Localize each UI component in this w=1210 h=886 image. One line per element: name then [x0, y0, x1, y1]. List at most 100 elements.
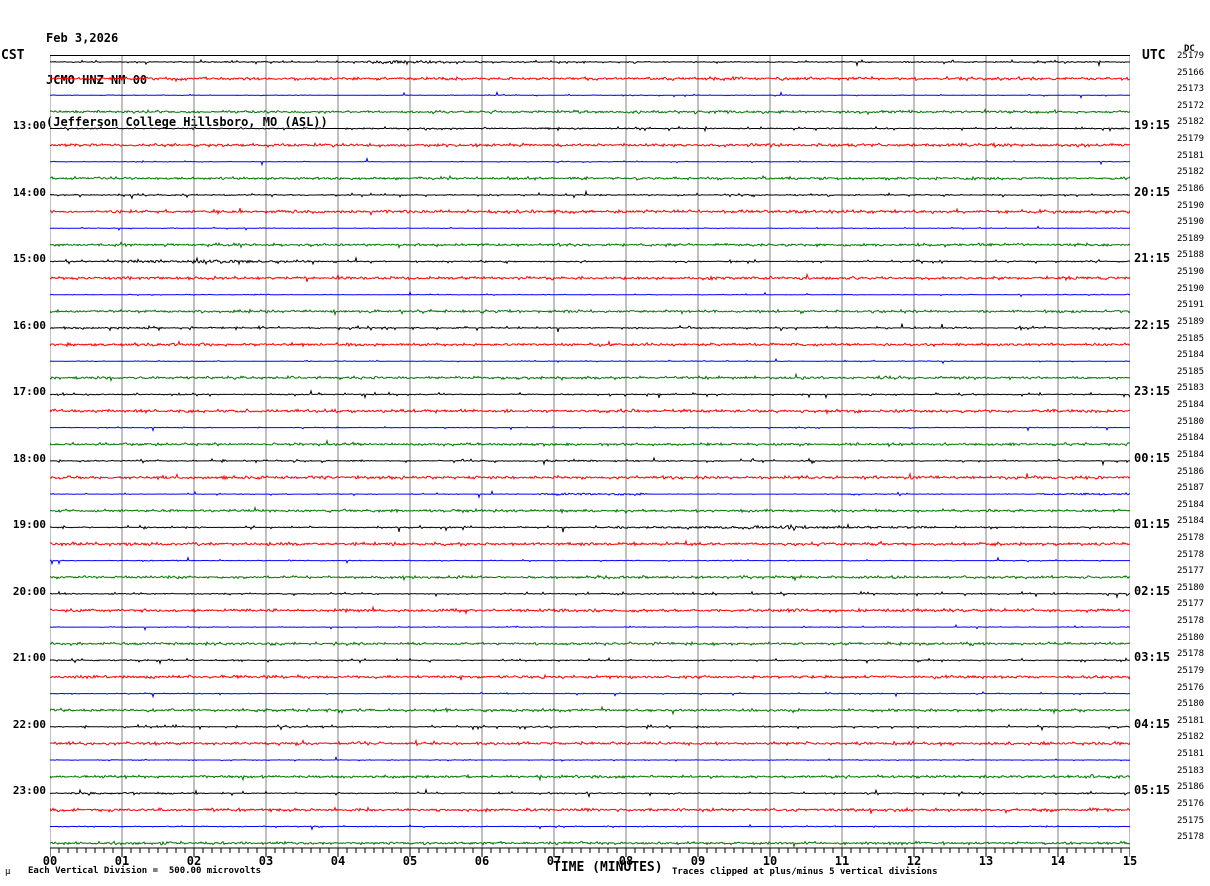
dc-offset-value: 25184 — [1177, 400, 1205, 411]
seismo-trace — [50, 840, 1130, 849]
utc-hour-label: 20:15 — [1134, 184, 1171, 199]
x-tick-label: 14 — [1050, 854, 1066, 868]
seismo-trace — [50, 673, 1130, 681]
dc-offset-value: 25189 — [1177, 233, 1205, 244]
seismo-trace — [50, 556, 1130, 566]
dc-offset-value: 25186 — [1177, 782, 1205, 793]
dc-offset-value: 25178 — [1177, 832, 1205, 843]
seismo-trace — [50, 439, 1130, 448]
cst-hour-label: 15:00 — [12, 252, 46, 266]
utc-hour-label: 04:15 — [1134, 716, 1171, 731]
date-line: Feb 3,2026 — [46, 31, 119, 45]
seismo-trace — [50, 723, 1130, 732]
seismo-trace — [50, 290, 1130, 298]
seismo-trace — [50, 590, 1130, 599]
dc-offset-value: 25190 — [1177, 217, 1205, 228]
dc-offset-value: 25186 — [1177, 466, 1205, 477]
seismo-trace — [50, 640, 1130, 647]
x-tick-label: 13 — [978, 854, 994, 868]
dc-offset-value: 25184 — [1177, 499, 1205, 510]
seismo-trace — [50, 823, 1130, 831]
dc-offset-value: 25180 — [1177, 632, 1205, 643]
dc-offset-value: 25176 — [1177, 798, 1205, 809]
seismo-trace — [50, 408, 1130, 415]
seismo-trace — [50, 272, 1130, 283]
helicorder-plot — [50, 55, 1130, 857]
seismo-trace — [50, 75, 1130, 83]
dc-offset-value: 25177 — [1177, 599, 1205, 610]
utc-hour-label: 19:15 — [1134, 118, 1171, 133]
vertical-scale-note: Each Vertical Division = 500.00 microvol… — [28, 866, 261, 876]
dc-offset-value: 25184 — [1177, 350, 1205, 361]
dc-offset-value: 25179 — [1177, 134, 1205, 145]
dc-offset-value: 25181 — [1177, 150, 1205, 161]
right-timezone-header: UTC — [1142, 48, 1166, 63]
dc-offset-value: 25186 — [1177, 183, 1205, 194]
dc-offset-value: 25180 — [1177, 699, 1205, 710]
dc-offset-value: 25180 — [1177, 416, 1205, 427]
seismo-trace — [50, 256, 1130, 266]
seismo-trace — [50, 522, 1130, 533]
seismo-trace — [50, 773, 1130, 782]
x-axis-title: TIME (MINUTES) — [553, 860, 663, 875]
seismo-trace — [50, 456, 1130, 467]
utc-hour-label: 23:15 — [1134, 384, 1171, 399]
seismo-trace — [50, 705, 1130, 716]
dc-offset-value: 25178 — [1177, 532, 1205, 543]
cst-hour-label: 14:00 — [12, 185, 46, 199]
left-timezone-header: CST — [1, 48, 25, 63]
cst-hour-label: 17:00 — [12, 385, 46, 399]
dc-offset-value: 25182 — [1177, 167, 1205, 178]
dc-offset-value: 25190 — [1177, 267, 1205, 278]
utc-hour-label: 01:15 — [1134, 517, 1171, 532]
seismo-trace — [50, 471, 1130, 481]
seismo-trace — [50, 505, 1130, 515]
dc-offset-value: 25173 — [1177, 84, 1205, 95]
utc-hour-label: 22:15 — [1134, 317, 1171, 332]
x-tick-label: 04 — [330, 854, 346, 868]
dc-offset-value: 25179 — [1177, 51, 1205, 61]
seismo-trace — [50, 225, 1130, 231]
seismo-trace — [50, 539, 1130, 548]
dc-offset-value: 25183 — [1177, 383, 1205, 394]
seismo-trace — [50, 189, 1130, 200]
cst-hour-label: 21:00 — [12, 651, 46, 665]
seismo-trace — [50, 174, 1130, 181]
dc-offset-value: 25176 — [1177, 682, 1205, 693]
cst-hour-label: 18:00 — [12, 451, 46, 465]
dc-offset-value: 25178 — [1177, 616, 1205, 627]
seismo-trace — [50, 755, 1130, 762]
utc-hour-label: 21:15 — [1134, 251, 1171, 266]
dc-offset-value: 25190 — [1177, 283, 1205, 294]
dc-offset-value: 25179 — [1177, 665, 1205, 676]
utc-hour-label: 02:15 — [1134, 583, 1171, 598]
dc-offset-value: 25180 — [1177, 582, 1205, 593]
dc-offset-value: 25190 — [1177, 200, 1205, 211]
seismo-trace — [50, 125, 1130, 133]
dc-offset-value: 25181 — [1177, 749, 1205, 760]
seismo-trace — [50, 108, 1130, 116]
seismo-trace — [50, 426, 1130, 433]
utc-hour-label: 03:15 — [1134, 650, 1171, 665]
seismo-trace — [50, 605, 1130, 616]
seismo-trace — [50, 623, 1130, 631]
utc-hour-label: 00:15 — [1134, 450, 1171, 465]
seismo-trace — [50, 141, 1130, 149]
dc-offset-value: 25177 — [1177, 566, 1205, 577]
seismo-trace — [50, 357, 1130, 365]
seismo-trace — [50, 489, 1130, 499]
x-tick-label: 06 — [474, 854, 490, 868]
seismo-trace — [50, 574, 1130, 582]
cst-hour-label: 16:00 — [12, 318, 46, 332]
dc-offset-value: 25187 — [1177, 483, 1205, 494]
cst-hour-label: 22:00 — [12, 717, 46, 731]
dc-offset-value: 25178 — [1177, 649, 1205, 660]
seismo-trace — [50, 657, 1130, 665]
mu-glyph: μ — [5, 867, 11, 877]
dc-offset-value: 25191 — [1177, 300, 1205, 311]
dc-offset-value: 25175 — [1177, 815, 1205, 826]
cst-hour-label: 23:00 — [12, 784, 46, 798]
utc-hour-label: 05:15 — [1134, 783, 1171, 798]
dc-offset-value: 25189 — [1177, 316, 1205, 327]
dc-offset-value: 25178 — [1177, 549, 1205, 560]
